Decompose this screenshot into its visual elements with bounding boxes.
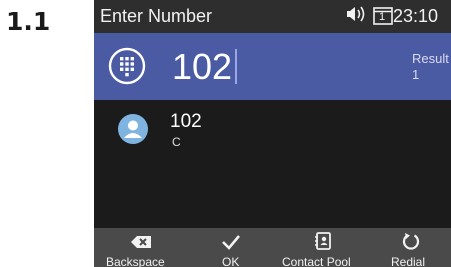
phone-screen: Enter Number 1 23:10 102 Result 1 102 C …	[94, 0, 451, 267]
status-icons: 1	[346, 5, 394, 27]
contact-number: 102	[170, 111, 202, 132]
result-count: 1	[412, 67, 420, 82]
softkey-label: OK	[222, 255, 240, 267]
contact-book-icon	[315, 232, 331, 250]
checkmark-icon	[222, 235, 240, 250]
ok-button[interactable]: OK	[204, 228, 259, 267]
redial-icon	[402, 233, 420, 250]
speaker-volume-icon	[346, 4, 370, 29]
dialpad-icon	[108, 47, 146, 85]
contact-pool-button[interactable]: Contact Pool	[279, 228, 369, 267]
backspace-button[interactable]: Backspace	[94, 228, 184, 267]
person-avatar-icon	[118, 114, 148, 144]
redial-button[interactable]: Redial	[389, 228, 451, 267]
softkey-label: Redial	[391, 255, 426, 267]
contact-list-item[interactable]: 102 C	[94, 100, 451, 152]
line-number: 1	[379, 11, 386, 23]
step-label: 1.1	[6, 7, 51, 36]
entered-number[interactable]: 102	[172, 46, 232, 88]
softkey-bar: Backspace OK Contact Pool Redial	[94, 228, 451, 267]
status-bar: Enter Number 1 23:10	[94, 0, 451, 33]
text-cursor	[235, 49, 237, 84]
clock-time: 23:10	[393, 6, 439, 26]
result-label: Result	[412, 51, 449, 66]
softkey-label: Backspace	[106, 255, 165, 267]
line-indicator-icon: 1	[372, 6, 394, 26]
backspace-icon	[131, 236, 151, 248]
softkey-label: Contact Pool	[282, 255, 351, 267]
number-entry-row[interactable]: 102 Result 1	[94, 33, 451, 100]
screen-title: Enter Number	[100, 6, 213, 26]
contact-name: C	[172, 135, 181, 149]
